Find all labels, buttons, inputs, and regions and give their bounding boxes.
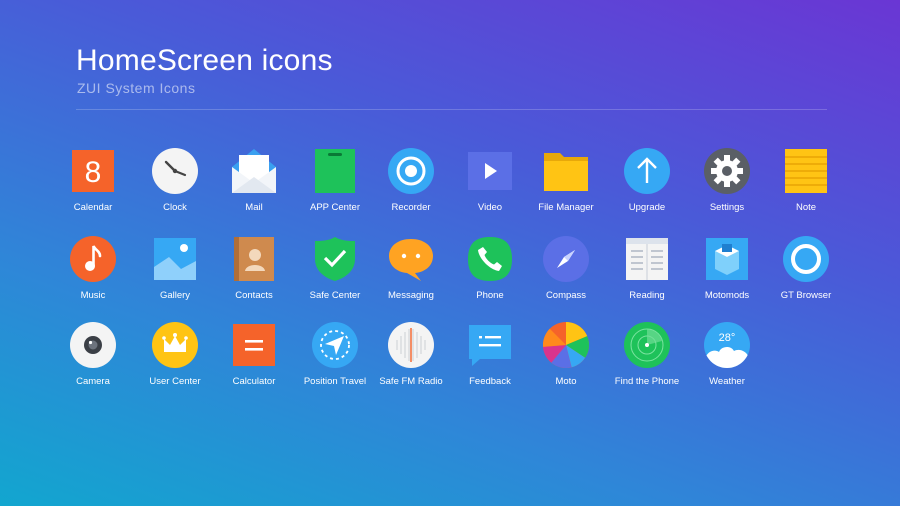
app-label: User Center	[149, 376, 201, 387]
crown-icon	[151, 321, 199, 369]
app-tile-settings[interactable]: Settings	[682, 147, 772, 213]
app-label: Moto	[555, 376, 577, 387]
svg-text:28°: 28°	[719, 332, 736, 344]
app-label: Contacts	[235, 290, 273, 301]
app-tile-recorder[interactable]: Recorder	[366, 147, 456, 213]
app-label: Calendar	[73, 202, 113, 213]
upgrade-icon	[623, 147, 671, 195]
compass-icon	[542, 235, 590, 283]
app-center-icon	[311, 147, 359, 195]
app-tile-note[interactable]: Note	[761, 147, 851, 213]
app-tile-calendar[interactable]: 8 Calendar	[48, 147, 138, 213]
app-tile-upgrade[interactable]: Upgrade	[602, 147, 692, 213]
contacts-icon	[230, 235, 278, 283]
clock-icon	[151, 147, 199, 195]
app-label: Safe FM Radio	[379, 376, 443, 387]
gallery-icon	[151, 235, 199, 283]
reading-icon	[623, 235, 671, 283]
app-tile-contacts[interactable]: Contacts	[209, 235, 299, 301]
note-icon	[782, 147, 830, 195]
settings-icon	[703, 147, 751, 195]
moto-icon	[542, 321, 590, 369]
app-tile-reading[interactable]: Reading	[602, 235, 692, 301]
app-tile-calculator[interactable]: Calculator	[209, 321, 299, 387]
app-label: Note	[795, 202, 817, 213]
app-label: Find the Phone	[614, 376, 680, 387]
app-label: Upgrade	[628, 202, 666, 213]
feedback-icon	[466, 321, 514, 369]
app-label: Music	[80, 290, 106, 301]
app-label: Reading	[629, 290, 665, 301]
app-tile-safe-fm-radio[interactable]: Safe FM Radio	[366, 321, 456, 387]
app-tile-weather[interactable]: 28° Weather	[682, 321, 772, 387]
app-label: Motomods	[704, 290, 750, 301]
phone-icon	[466, 235, 514, 283]
video-icon	[466, 147, 514, 195]
motomods-icon	[703, 235, 751, 283]
app-tile-clock[interactable]: Clock	[130, 147, 220, 213]
app-tile-user-center[interactable]: User Center	[130, 321, 220, 387]
shield-icon	[311, 235, 359, 283]
app-tile-motomods[interactable]: Motomods	[682, 235, 772, 301]
app-label: Calculator	[232, 376, 276, 387]
app-label: Messaging	[388, 290, 434, 301]
music-icon	[69, 235, 117, 283]
app-tile-music[interactable]: Music	[48, 235, 138, 301]
divider	[76, 109, 827, 110]
app-tile-find-the-phone[interactable]: Find the Phone	[602, 321, 692, 387]
calendar-icon: 8	[69, 147, 117, 195]
app-tile-mail[interactable]: Mail	[209, 147, 299, 213]
recorder-icon	[387, 147, 435, 195]
browser-icon	[782, 235, 830, 283]
app-tile-compass[interactable]: Compass	[521, 235, 611, 301]
svg-text:8: 8	[85, 156, 102, 189]
app-label: Compass	[545, 290, 587, 301]
camera-icon	[69, 321, 117, 369]
app-tile-gt-browser[interactable]: GT Browser	[761, 235, 851, 301]
folder-icon	[542, 147, 590, 195]
mail-icon	[230, 147, 278, 195]
app-tile-file-manager[interactable]: File Manager	[521, 147, 611, 213]
app-label: Camera	[76, 376, 110, 387]
app-label: Recorder	[391, 202, 431, 213]
app-label: File Manager	[538, 202, 594, 213]
page-title: HomeScreen icons	[76, 44, 333, 77]
app-label: GT Browser	[780, 290, 832, 301]
radar-icon	[623, 321, 671, 369]
weather-icon: 28°	[703, 321, 751, 369]
app-tile-messaging[interactable]: Messaging	[366, 235, 456, 301]
app-tile-moto[interactable]: Moto	[521, 321, 611, 387]
position-travel-icon	[311, 321, 359, 369]
page-subtitle: ZUI System Icons	[77, 80, 196, 96]
calculator-icon	[230, 321, 278, 369]
messaging-icon	[387, 235, 435, 283]
app-label: Gallery	[159, 290, 191, 301]
app-label: Mail	[245, 202, 263, 213]
showcase-canvas: HomeScreen icons ZUI System Icons 8 Calen…	[0, 0, 900, 506]
app-label: Settings	[709, 202, 745, 213]
app-tile-camera[interactable]: Camera	[48, 321, 138, 387]
app-label: Clock	[163, 202, 187, 213]
app-tile-gallery[interactable]: Gallery	[130, 235, 220, 301]
app-label: Weather	[709, 376, 745, 387]
radio-icon	[387, 321, 435, 369]
